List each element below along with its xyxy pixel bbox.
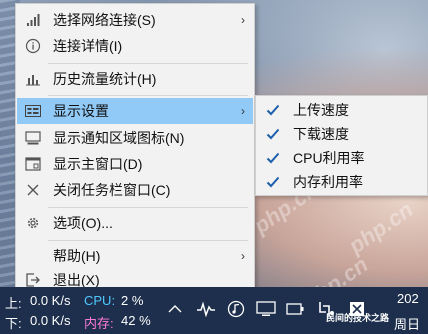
memory-label: 内存: [84,316,114,331]
menu-item-show-tray-icon[interactable]: 显示通知区域图标(N) [17,125,253,151]
monitor-icon [17,130,49,146]
close-icon [17,183,49,197]
music-icon[interactable] [226,298,246,320]
checkmark-icon [261,104,285,116]
clock-day[interactable]: 周日 [394,314,420,333]
menu-item-connection-details[interactable]: 连接详情(I) [17,33,253,59]
clock-year[interactable]: 202 [397,291,419,306]
checkmark-icon [261,176,285,188]
menu-separator [48,207,248,208]
pulse-icon[interactable] [195,298,217,320]
monitor-icon[interactable] [255,298,277,320]
menu-item-label: 显示设置 [53,103,109,119]
menu-item-label: 连接详情(I) [53,38,123,54]
chevron-right-icon: › [241,249,245,263]
chevron-right-icon: › [241,13,245,27]
submenu-item-memory-usage[interactable]: 内存利用率 [257,170,426,194]
chevron-right-icon: › [241,104,245,118]
bar-chart-icon [17,72,49,86]
menu-item-history-traffic[interactable]: 历史流量统计(H) [17,66,253,92]
menu-item-label: 显示主窗口(D) [53,156,143,172]
exit-icon [17,272,49,288]
battery-icon[interactable] [285,298,305,320]
menu-item-label: 帮助(H) [53,248,101,264]
download-label: 下: [5,316,22,331]
menu-item-help[interactable]: 帮助(H) › [17,243,253,269]
display-settings-submenu: 上传速度 下载速度 CPU利用率 内存利用率 [255,95,428,196]
submenu-item-label: 下载速度 [293,126,349,142]
submenu-item-upload-speed[interactable]: 上传速度 [257,98,426,122]
menu-item-options[interactable]: 选项(O)... [17,210,253,236]
display-settings-icon [17,105,49,117]
info-icon [17,38,49,54]
menu-separator [48,63,248,64]
menu-item-close-taskbar-window[interactable]: 关闭任务栏窗口(C) [17,177,253,203]
submenu-item-label: 上传速度 [293,102,349,118]
download-value: 0.0 K/s [30,313,71,328]
cpu-label: CPU: [84,293,116,308]
chevron-up-icon[interactable] [166,298,184,320]
menu-item-display-settings[interactable]: 显示设置 › [17,98,253,124]
menu-item-label: 选项(O)... [53,215,113,231]
memory-value: 42 % [121,313,151,328]
checkmark-icon [261,128,285,140]
menu-item-label: 选择网络连接(S) [53,12,156,28]
menu-item-label: 关闭任务栏窗口(C) [53,182,171,198]
cpu-value: 2 % [121,293,144,308]
submenu-item-cpu-usage[interactable]: CPU利用率 [257,146,426,170]
menu-separator [48,240,248,241]
checkmark-icon [261,152,285,164]
menu-item-select-network[interactable]: 选择网络连接(S) › [17,7,253,33]
menu-separator [48,95,248,96]
context-menu: 选择网络连接(S) › 连接详情(I) 历史流量统计(H) 显示设置 › 显示通… [15,3,255,292]
window-icon [17,157,49,171]
menu-item-label: 显示通知区域图标(N) [53,130,185,146]
submenu-item-download-speed[interactable]: 下载速度 [257,122,426,146]
menu-item-show-main-window[interactable]: 显示主窗口(D) [17,151,253,177]
watermark-caption: 民间的技术之路 [326,313,390,323]
gear-icon [17,215,49,231]
submenu-item-label: 内存利用率 [293,174,363,190]
submenu-item-label: CPU利用率 [293,150,365,166]
menu-item-label: 历史流量统计(H) [53,71,157,87]
signal-bars-icon [17,13,49,27]
upload-label: 上: [5,296,22,311]
upload-value: 0.0 K/s [30,293,71,308]
